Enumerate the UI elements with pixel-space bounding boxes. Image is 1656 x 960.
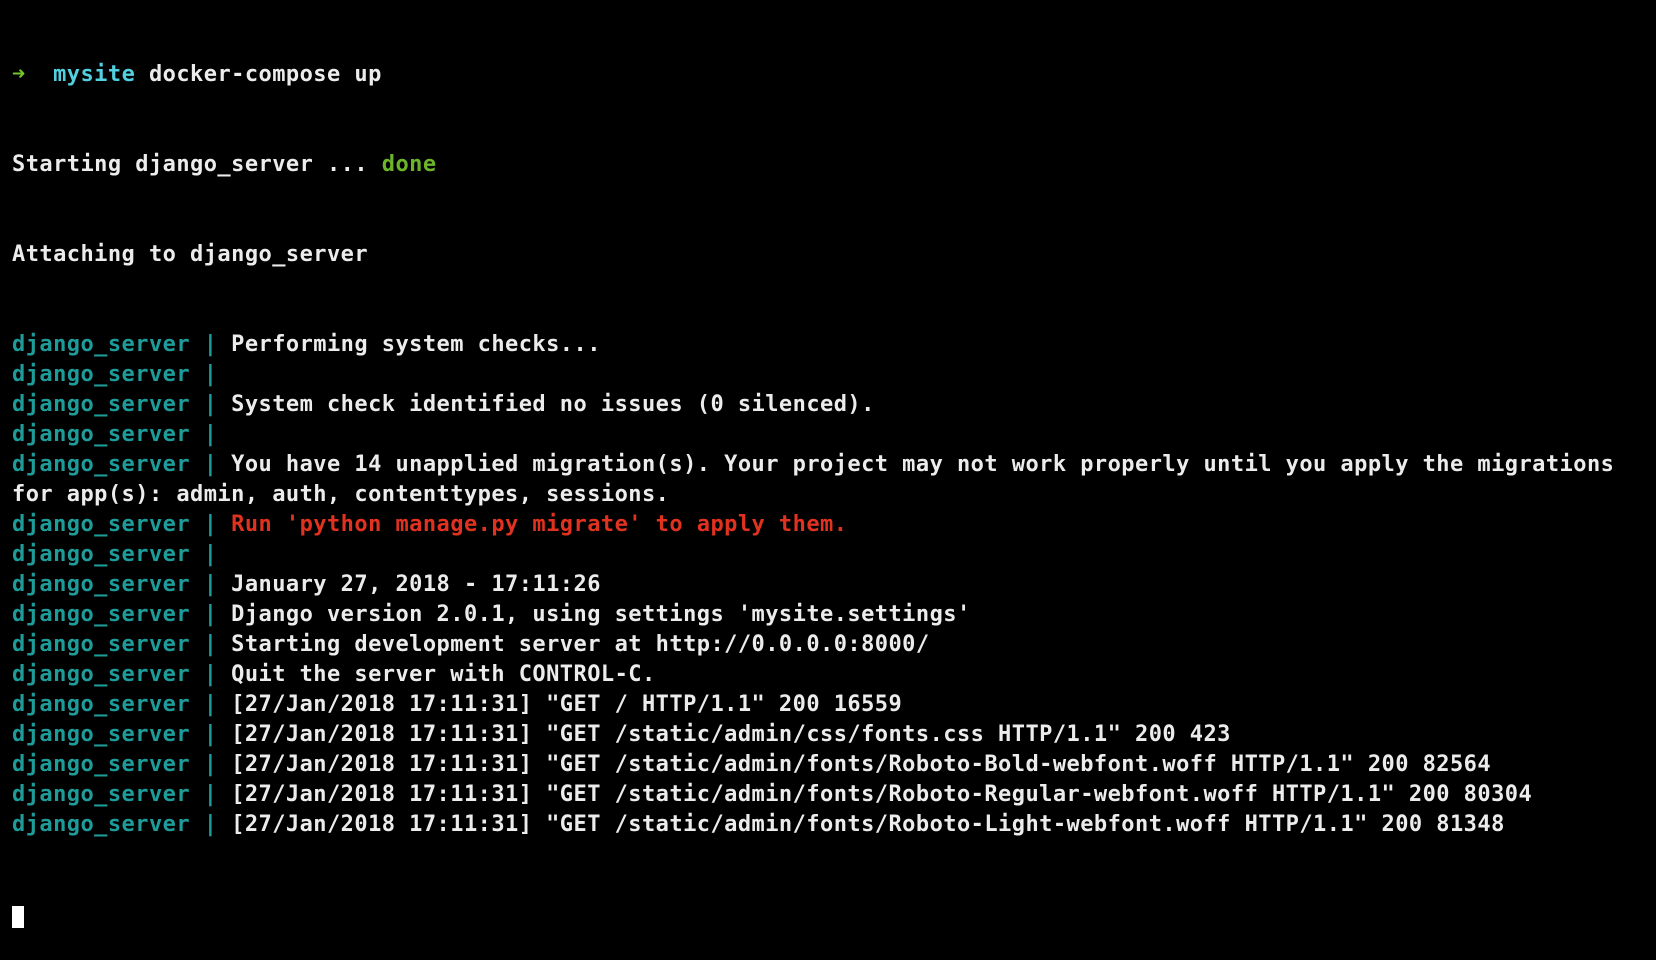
- starting-line: Starting django_server ... done: [12, 150, 1656, 180]
- cursor-block: [12, 906, 24, 928]
- container-name: django_server |: [12, 632, 232, 657]
- log-message: January 27, 2018 - 17:11:26: [231, 572, 601, 597]
- log-line: django_server | System check identified …: [12, 390, 1656, 420]
- log-message: You have 14 unapplied migration(s). Your…: [231, 452, 1615, 477]
- log-message: [27/Jan/2018 17:11:31] "GET /static/admi…: [231, 782, 1533, 807]
- log-line: django_server | Django version 2.0.1, us…: [12, 600, 1656, 630]
- log-message: Performing system checks...: [231, 332, 601, 357]
- log-continuation: for app(s): admin, auth, contenttypes, s…: [12, 482, 670, 507]
- log-line: django_server | [27/Jan/2018 17:11:31] "…: [12, 720, 1656, 750]
- log-line: django_server | You have 14 unapplied mi…: [12, 450, 1656, 480]
- container-name: django_server |: [12, 722, 232, 747]
- prompt-directory: mysite: [53, 62, 136, 87]
- container-name: django_server |: [12, 662, 232, 687]
- terminal-window[interactable]: ➜ mysite docker-compose up Starting djan…: [0, 0, 1656, 928]
- log-line: django_server | [27/Jan/2018 17:11:31] "…: [12, 690, 1656, 720]
- container-name: django_server |: [12, 362, 218, 387]
- log-message: [27/Jan/2018 17:11:31] "GET /static/admi…: [231, 722, 1231, 747]
- log-line: django_server | January 27, 2018 - 17:11…: [12, 570, 1656, 600]
- log-line: django_server | Quit the server with CON…: [12, 660, 1656, 690]
- log-message: Starting development server at http://0.…: [231, 632, 930, 657]
- container-name: django_server |: [12, 782, 232, 807]
- log-line: django_server |: [12, 420, 1656, 450]
- starting-text: Starting django_server ...: [12, 152, 382, 177]
- log-message: System check identified no issues (0 sil…: [231, 392, 875, 417]
- log-message: [27/Jan/2018 17:11:31] "GET /static/admi…: [231, 752, 1492, 777]
- log-message: Django version 2.0.1, using settings 'my…: [231, 602, 971, 627]
- container-name: django_server |: [12, 332, 232, 357]
- container-name: django_server |: [12, 452, 232, 477]
- log-line: django_server | [27/Jan/2018 17:11:31] "…: [12, 780, 1656, 810]
- container-name: django_server |: [12, 392, 232, 417]
- log-message: [27/Jan/2018 17:11:31] "GET /static/admi…: [231, 812, 1505, 837]
- container-name: django_server |: [12, 692, 232, 717]
- prompt-command: docker-compose up: [148, 62, 382, 87]
- log-line: django_server | [27/Jan/2018 17:11:31] "…: [12, 810, 1656, 840]
- container-name: django_server |: [12, 572, 232, 597]
- log-line: django_server | Run 'python manage.py mi…: [12, 510, 1656, 540]
- container-name: django_server |: [12, 422, 218, 447]
- container-name: django_server |: [12, 542, 218, 567]
- starting-status: done: [381, 152, 437, 177]
- log-output: django_server | Performing system checks…: [12, 330, 1656, 840]
- log-line: django_server | Performing system checks…: [12, 330, 1656, 360]
- log-line: django_server | [27/Jan/2018 17:11:31] "…: [12, 750, 1656, 780]
- container-name: django_server |: [12, 602, 232, 627]
- log-line: django_server |: [12, 540, 1656, 570]
- attaching-line: Attaching to django_server: [12, 242, 369, 267]
- log-message: [27/Jan/2018 17:11:31] "GET / HTTP/1.1" …: [231, 692, 903, 717]
- container-name: django_server |: [12, 752, 232, 777]
- prompt-line: ➜ mysite docker-compose up: [12, 60, 1656, 90]
- log-line: django_server | Starting development ser…: [12, 630, 1656, 660]
- log-message: Quit the server with CONTROL-C.: [231, 662, 656, 687]
- prompt-arrow-icon: ➜: [12, 62, 26, 87]
- cursor-line: [12, 900, 1656, 930]
- log-line: django_server |: [12, 360, 1656, 390]
- log-message: Run 'python manage.py migrate' to apply …: [231, 512, 848, 537]
- container-name: django_server |: [12, 512, 232, 537]
- container-name: django_server |: [12, 812, 232, 837]
